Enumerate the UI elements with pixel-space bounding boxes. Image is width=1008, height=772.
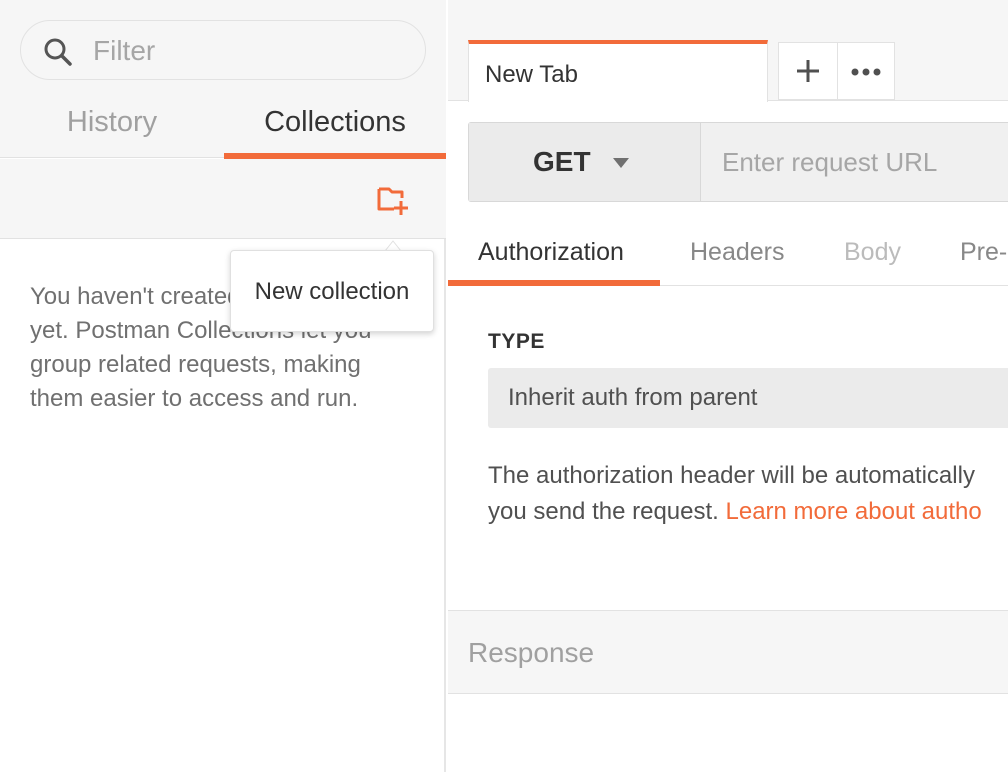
chevron-down-icon bbox=[613, 158, 629, 168]
plus-icon bbox=[797, 60, 819, 82]
sidebar: History Collections You haven't created … bbox=[0, 0, 446, 772]
response-label: Response bbox=[468, 637, 595, 668]
response-section: Response bbox=[448, 610, 1008, 694]
collections-toolbar bbox=[0, 159, 446, 239]
tab-authorization[interactable]: Authorization bbox=[478, 222, 624, 286]
more-tabs-button[interactable] bbox=[837, 42, 895, 100]
auth-description-line2: you send the request. Learn more about a… bbox=[488, 494, 1008, 530]
filter-input[interactable] bbox=[93, 31, 413, 71]
tab-body[interactable]: Body bbox=[844, 222, 901, 286]
new-collection-tooltip: New collection bbox=[230, 250, 434, 332]
auth-type-select[interactable]: Inherit auth from parent bbox=[488, 368, 1008, 428]
tab-history[interactable]: History bbox=[0, 96, 224, 158]
tab-headers[interactable]: Headers bbox=[690, 222, 785, 286]
sidebar-header: History Collections bbox=[0, 0, 446, 159]
tab-pre-request[interactable]: Pre- bbox=[960, 222, 1007, 286]
request-tabbar: New Tab bbox=[448, 0, 1008, 102]
request-sub-tabs: Authorization Headers Body Pre- bbox=[448, 222, 1008, 286]
search-icon bbox=[44, 38, 72, 66]
auth-type-label: TYPE bbox=[488, 330, 545, 353]
new-collection-button[interactable] bbox=[372, 181, 416, 221]
sidebar-tabs: History Collections bbox=[0, 96, 446, 159]
folder-plus-icon bbox=[377, 187, 408, 215]
auth-description-line1: The authorization header will be automat… bbox=[488, 462, 975, 489]
method-label: GET bbox=[533, 146, 591, 177]
filter-box[interactable] bbox=[20, 20, 426, 80]
request-panel: New Tab GET Authorization Headers bbox=[448, 0, 1008, 772]
learn-more-link[interactable]: Learn more about autho bbox=[726, 498, 982, 525]
auth-description-text: you send the request. bbox=[488, 498, 726, 525]
ellipsis-icon bbox=[851, 68, 881, 76]
auth-description: The authorization header will be automat… bbox=[488, 458, 1008, 530]
add-tab-button[interactable] bbox=[778, 42, 838, 100]
tab-collections[interactable]: Collections bbox=[224, 96, 446, 159]
method-select[interactable]: GET bbox=[469, 123, 701, 201]
tab-new-tab[interactable]: New Tab bbox=[468, 40, 768, 102]
url-bar: GET bbox=[468, 122, 1008, 202]
active-tab-underline bbox=[448, 280, 660, 286]
url-input[interactable] bbox=[702, 123, 1008, 201]
